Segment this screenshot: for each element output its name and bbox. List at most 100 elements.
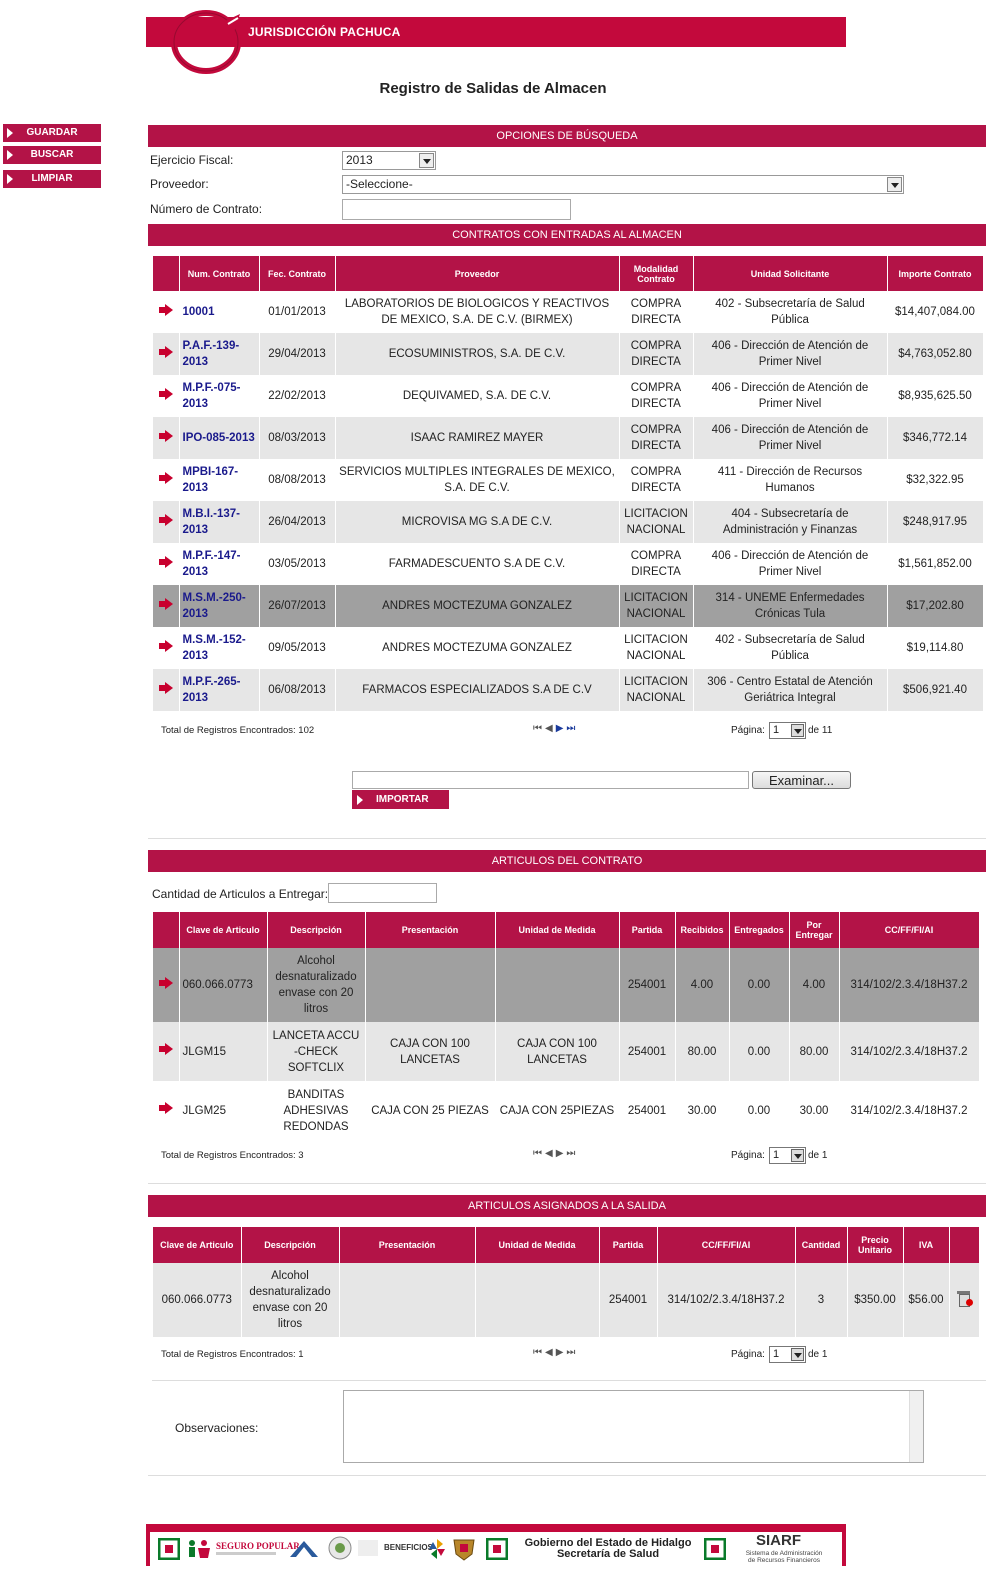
row-select-cell[interactable] bbox=[153, 543, 180, 585]
col-unidad[interactable]: Unidad Solicitante bbox=[693, 256, 888, 291]
search-button[interactable]: BUSCAR bbox=[3, 146, 101, 164]
table-row[interactable]: M.B.I.-137-2013 26/04/2013 MICROVISA MG S.… bbox=[153, 501, 984, 543]
col-cantidad[interactable]: Cantidad bbox=[795, 1227, 848, 1263]
row-select-cell[interactable] bbox=[153, 669, 180, 711]
last-page-icon[interactable]: ⏭ bbox=[566, 1347, 578, 1358]
prev-page-icon[interactable]: ◀ bbox=[545, 1148, 556, 1159]
col-descripcion[interactable]: Descripción bbox=[267, 912, 366, 948]
contrato-input[interactable] bbox=[342, 199, 571, 220]
delete-icon[interactable] bbox=[957, 1290, 973, 1307]
col-fec-contrato[interactable]: Fec. Contrato bbox=[259, 256, 336, 291]
cell-num-contrato[interactable]: M.S.M.-250-2013 bbox=[179, 585, 260, 627]
table-row[interactable]: MPBI-167-2013 08/08/2013 SERVICIOS MULTIPL… bbox=[153, 459, 984, 501]
cell-num-contrato[interactable]: M.S.M.-152-2013 bbox=[179, 627, 260, 669]
arrow-right-icon[interactable] bbox=[158, 555, 173, 568]
arrow-right-icon[interactable] bbox=[158, 513, 173, 526]
cell-num-contrato[interactable]: M.P.F.-147-2013 bbox=[179, 543, 260, 585]
first-page-icon[interactable]: ⏮ bbox=[533, 1347, 545, 1358]
col-partida[interactable]: Partida bbox=[619, 912, 676, 948]
prev-page-icon[interactable]: ◀ bbox=[545, 723, 556, 734]
chevron-down-icon[interactable] bbox=[791, 724, 804, 737]
assigned-page-select[interactable]: 1 bbox=[769, 1346, 806, 1363]
cell-num-contrato[interactable]: 10001 bbox=[179, 291, 260, 333]
col-clave[interactable]: Clave de Articulo bbox=[179, 912, 268, 948]
row-select-cell[interactable] bbox=[153, 948, 180, 1022]
first-page-icon[interactable]: ⏮ bbox=[533, 1148, 545, 1159]
arrow-right-icon[interactable] bbox=[158, 471, 173, 484]
observations-textarea[interactable] bbox=[343, 1390, 924, 1463]
cell-num-contrato[interactable]: IPO-085-2013 bbox=[179, 417, 260, 459]
arrow-right-icon[interactable] bbox=[158, 681, 173, 694]
col-iva[interactable]: IVA bbox=[903, 1227, 950, 1263]
row-select-cell[interactable] bbox=[153, 1022, 180, 1081]
arrow-right-icon[interactable] bbox=[158, 597, 173, 610]
row-select-cell[interactable] bbox=[153, 585, 180, 627]
table-row[interactable]: 060.066.0773 Alcohol desnaturalizado enva… bbox=[153, 948, 980, 1022]
table-row[interactable]: IPO-085-2013 08/03/2013 ISAAC RAMIREZ MAYE… bbox=[153, 417, 984, 459]
cell-num-contrato[interactable]: MPBI-167-2013 bbox=[179, 459, 260, 501]
cell-num-contrato[interactable]: P.A.F.-139-2013 bbox=[179, 333, 260, 375]
import-button[interactable]: IMPORTAR bbox=[352, 790, 449, 809]
table-row[interactable]: M.P.F.-265-2013 06/08/2013 FARMACOS ESPECI… bbox=[153, 669, 984, 711]
contracts-page-select[interactable]: 1 bbox=[769, 722, 806, 739]
col-num-contrato[interactable]: Num. Contrato bbox=[179, 256, 260, 291]
arrow-right-icon[interactable] bbox=[158, 639, 173, 652]
next-page-icon[interactable]: ▶ bbox=[556, 723, 567, 734]
col-unidad-medida[interactable]: Unidad de Medida bbox=[475, 1227, 600, 1263]
row-select-cell[interactable] bbox=[153, 417, 180, 459]
save-button[interactable]: GUARDAR bbox=[3, 124, 101, 142]
table-row[interactable]: 10001 01/01/2013 LABORATORIOS DE BIOLOGICO… bbox=[153, 291, 984, 333]
table-row[interactable]: M.S.M.-152-2013 09/05/2013 ANDRES MOCTEZUM… bbox=[153, 627, 984, 669]
chevron-down-icon[interactable] bbox=[791, 1149, 804, 1162]
clear-button[interactable]: LIMPIAR bbox=[3, 170, 101, 188]
first-page-icon[interactable]: ⏮ bbox=[533, 723, 545, 734]
scrollbar[interactable] bbox=[909, 1391, 923, 1462]
row-select-cell[interactable] bbox=[153, 333, 180, 375]
col-recibidos[interactable]: Recibidos bbox=[675, 912, 730, 948]
row-select-cell[interactable] bbox=[153, 375, 180, 417]
cell-num-contrato[interactable]: M.P.F.-075-2013 bbox=[179, 375, 260, 417]
table-row[interactable]: JLGM25 BANDITAS ADHESIVAS REDONDAS CAJA CO… bbox=[153, 1081, 980, 1140]
ejercicio-select[interactable]: 2013 bbox=[342, 151, 436, 170]
last-page-icon[interactable]: ⏭ bbox=[566, 723, 578, 734]
arrow-right-icon[interactable] bbox=[158, 1043, 173, 1055]
row-select-cell[interactable] bbox=[153, 291, 180, 333]
col-descripcion[interactable]: Descripción bbox=[241, 1227, 340, 1263]
col-por-entregar[interactable]: Por Entregar bbox=[789, 912, 840, 948]
col-cc[interactable]: CC/FF/FI/AI bbox=[657, 1227, 796, 1263]
col-unidad-medida[interactable]: Unidad de Medida bbox=[495, 912, 620, 948]
next-page-icon[interactable]: ▶ bbox=[556, 1148, 567, 1159]
table-row[interactable]: JLGM15 LANCETA ACCU -CHECK SOFTCLIX CAJA C… bbox=[153, 1022, 980, 1081]
row-select-cell[interactable] bbox=[153, 627, 180, 669]
arrow-right-icon[interactable] bbox=[158, 345, 173, 358]
prev-page-icon[interactable]: ◀ bbox=[545, 1347, 556, 1358]
col-presentacion[interactable]: Presentación bbox=[365, 912, 496, 948]
col-entregados[interactable]: Entregados bbox=[729, 912, 790, 948]
col-cc[interactable]: CC/FF/FI/AI bbox=[839, 912, 980, 948]
row-select-cell[interactable] bbox=[153, 1081, 180, 1140]
arrow-right-icon[interactable] bbox=[158, 303, 173, 316]
col-clave[interactable]: Clave de Articulo bbox=[153, 1227, 242, 1263]
col-precio[interactable]: Precio Unitario bbox=[847, 1227, 904, 1263]
import-file-input[interactable] bbox=[352, 771, 749, 789]
table-row[interactable]: M.P.F.-075-2013 22/02/2013 DEQUIVAMED, S.A… bbox=[153, 375, 984, 417]
col-modalidad[interactable]: Modalidad Contrato bbox=[619, 256, 694, 291]
row-select-cell[interactable] bbox=[153, 459, 180, 501]
row-select-cell[interactable] bbox=[153, 501, 180, 543]
table-row[interactable]: M.P.F.-147-2013 03/05/2013 FARMADESCUENTO … bbox=[153, 543, 984, 585]
articles-page-select[interactable]: 1 bbox=[769, 1147, 806, 1164]
browse-button[interactable]: Examinar... bbox=[752, 771, 851, 789]
last-page-icon[interactable]: ⏭ bbox=[566, 1148, 578, 1159]
delete-cell[interactable] bbox=[949, 1263, 980, 1337]
qty-input[interactable] bbox=[328, 883, 437, 903]
arrow-right-icon[interactable] bbox=[158, 387, 173, 400]
next-page-icon[interactable]: ▶ bbox=[556, 1347, 567, 1358]
arrow-right-icon[interactable] bbox=[158, 976, 173, 989]
cell-num-contrato[interactable]: M.B.I.-137-2013 bbox=[179, 501, 260, 543]
chevron-down-icon[interactable] bbox=[791, 1348, 804, 1361]
arrow-right-icon[interactable] bbox=[158, 1102, 173, 1114]
col-partida[interactable]: Partida bbox=[599, 1227, 658, 1263]
col-proveedor[interactable]: Proveedor bbox=[335, 256, 620, 291]
chevron-down-icon[interactable] bbox=[419, 153, 434, 168]
chevron-down-icon[interactable] bbox=[887, 177, 902, 192]
